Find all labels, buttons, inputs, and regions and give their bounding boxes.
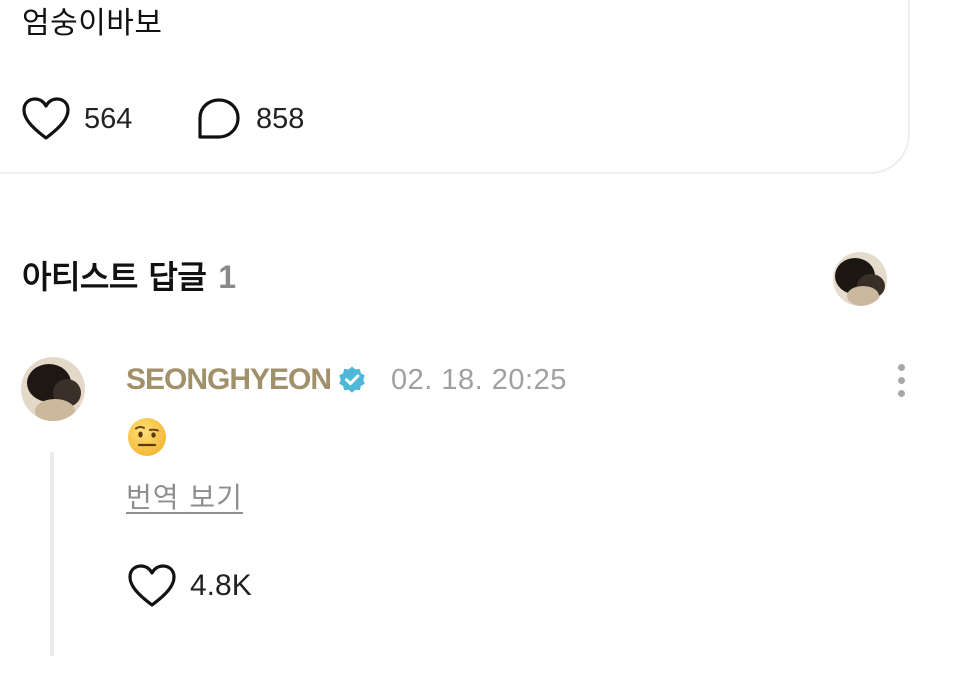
post-like-count: 564	[84, 102, 133, 135]
comment-author-name[interactable]: SEONGHYEON	[126, 363, 332, 397]
post-text: 엄숭이바보	[22, 6, 163, 41]
comment-bubble-icon	[198, 98, 240, 139]
avatar-image	[833, 252, 887, 306]
avatar-image	[21, 357, 85, 421]
heart-icon	[128, 564, 176, 607]
screen: 엄숭이바보 564 858 아티스트 답글 1 SEONGHYEON 02. 1…	[0, 0, 954, 684]
artist-replies-header: 아티스트 답글 1	[22, 252, 236, 298]
thread-line	[50, 452, 54, 656]
verified-badge-icon	[339, 366, 365, 393]
more-dot	[897, 389, 905, 397]
post-like-button[interactable]: 564	[22, 94, 132, 144]
heart-icon	[22, 97, 70, 140]
artist-replies-title: 아티스트 답글	[22, 258, 207, 296]
comment-like-count: 4.8K	[190, 569, 252, 602]
artist-avatar[interactable]	[833, 252, 887, 306]
more-dot	[897, 376, 905, 384]
more-dot	[897, 363, 905, 371]
comment-like-button[interactable]: 4.8K	[128, 562, 252, 610]
comment-author-avatar[interactable]	[21, 357, 85, 421]
more-vertical-icon[interactable]	[886, 360, 916, 400]
post-comment-button[interactable]: 858	[196, 94, 304, 144]
comment-header: SEONGHYEON 02. 18. 20:25	[126, 360, 567, 400]
translate-link[interactable]: 번역 보기	[126, 476, 243, 516]
artist-replies-count: 1	[218, 259, 236, 295]
comment-timestamp: 02. 18. 20:25	[391, 363, 567, 396]
post-comment-count: 858	[256, 102, 305, 135]
raised-eyebrow-face-icon	[128, 418, 166, 456]
